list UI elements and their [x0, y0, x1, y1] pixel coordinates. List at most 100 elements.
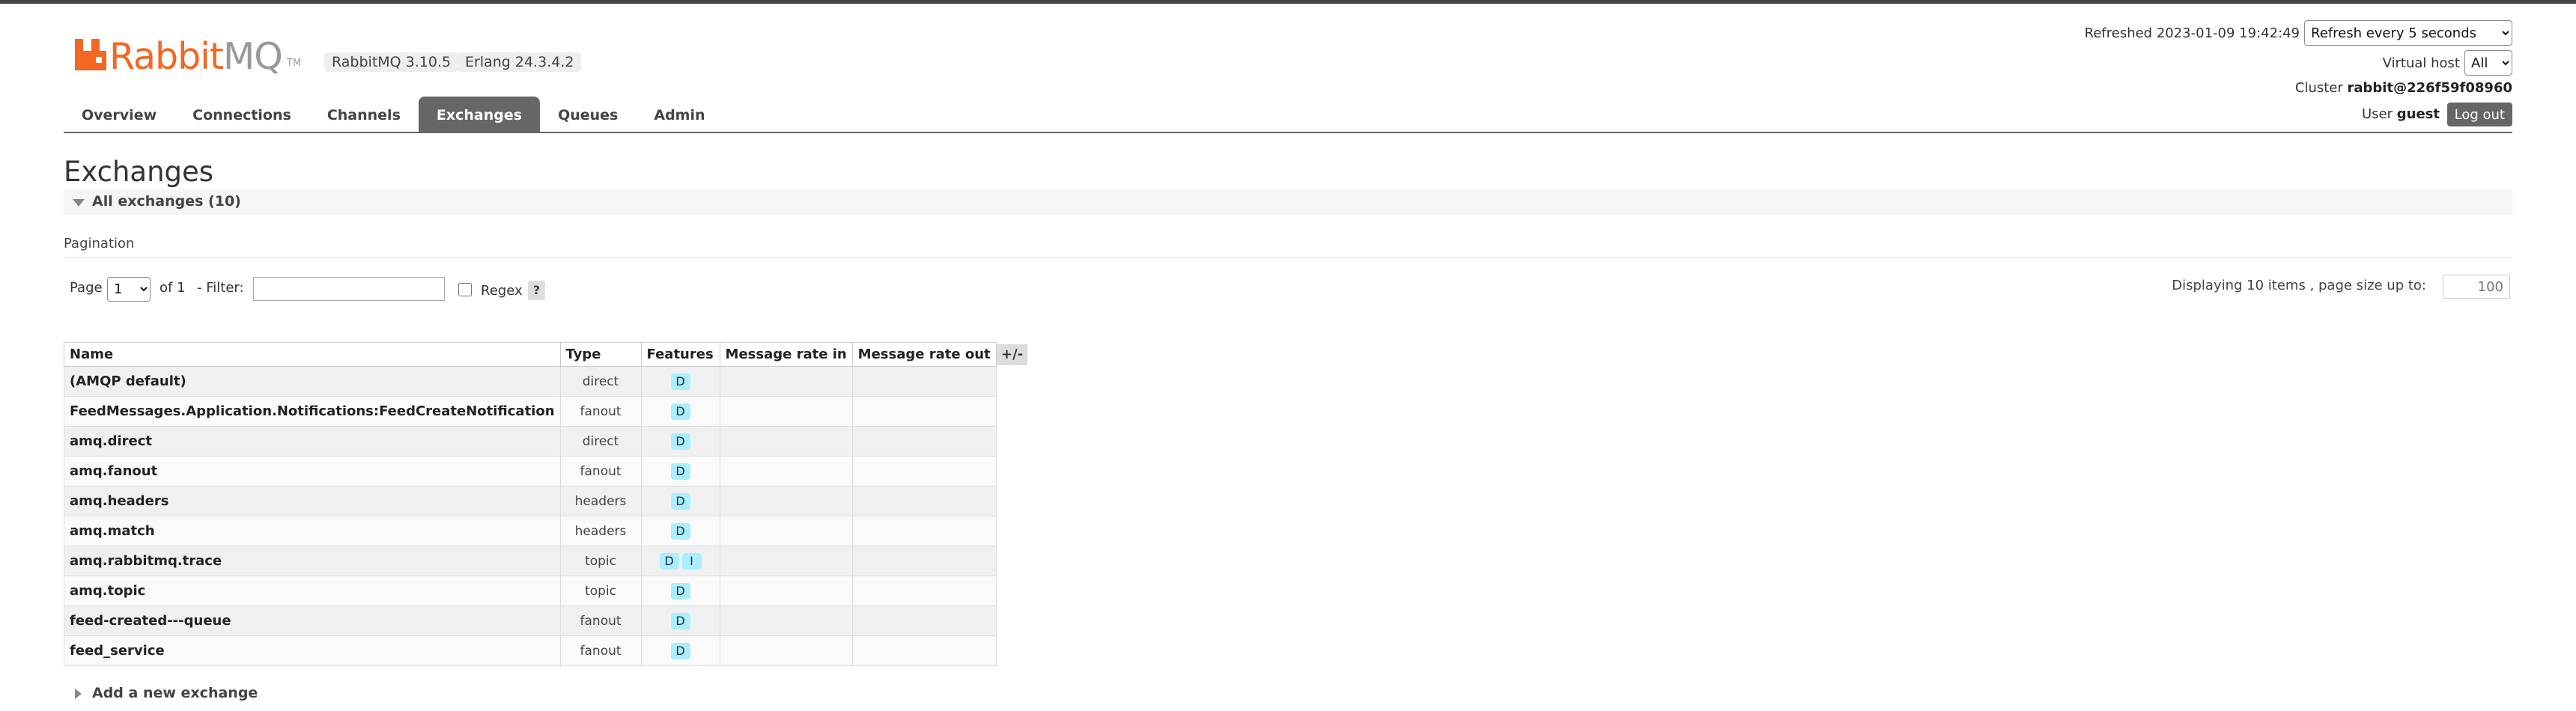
cluster-info: Cluster rabbit@226f59f08960	[2295, 80, 2512, 96]
expand-arrow-icon	[75, 688, 82, 699]
exchange-name-link[interactable]: (AMQP default)	[64, 366, 561, 397]
page-size-input[interactable]	[2443, 275, 2510, 299]
table-row: amq.match headers D	[64, 516, 997, 546]
exchanges-table-body: (AMQP default) direct D FeedMessages.Applic…	[64, 366, 997, 666]
message-rate-in	[719, 546, 853, 576]
add-exchange-section-toggle[interactable]: Add a new exchange	[75, 685, 258, 701]
refresh-row: Refreshed 2023-01-09 19:42:49 Refresh ev…	[2085, 20, 2512, 46]
tab-overview[interactable]: Overview	[64, 97, 174, 132]
exchange-type: fanout	[559, 605, 642, 636]
exchange-name-link[interactable]: amq.topic	[64, 576, 561, 606]
exchange-type: direct	[559, 426, 642, 457]
exchange-name-link[interactable]: feed-created---queue	[64, 605, 561, 636]
message-rate-in	[719, 396, 853, 427]
exchange-name-link[interactable]: feed_service	[64, 635, 561, 666]
internal-badge: I	[681, 552, 702, 570]
exchange-features: DI	[640, 546, 720, 576]
durable-badge: D	[670, 522, 690, 540]
message-rate-in	[719, 366, 853, 397]
durable-badge: D	[670, 373, 690, 390]
message-rate-out	[851, 426, 997, 457]
all-exchanges-section-toggle[interactable]: All exchanges (10)	[64, 189, 2512, 215]
message-rate-in	[719, 486, 853, 516]
message-rate-out	[851, 635, 997, 666]
message-rate-out	[851, 486, 997, 516]
exchange-name-link[interactable]: amq.rabbitmq.trace	[64, 546, 561, 576]
exchange-type: direct	[559, 366, 642, 397]
exchange-name-link[interactable]: amq.match	[64, 516, 561, 546]
message-rate-in	[719, 516, 853, 546]
virtual-host-label: Virtual host	[2382, 55, 2460, 71]
message-rate-in	[719, 426, 853, 457]
message-rate-out	[851, 396, 997, 427]
durable-badge: D	[670, 582, 690, 599]
column-header-name[interactable]: Name	[64, 342, 561, 367]
table-row: amq.topic topic D	[64, 576, 997, 606]
table-row: amq.direct direct D	[64, 426, 997, 457]
column-header-message-rate-out[interactable]: Message rate out	[851, 342, 997, 367]
table-row: (AMQP default) direct D	[64, 366, 997, 397]
exchange-type: headers	[559, 486, 642, 516]
table-row: amq.rabbitmq.trace topic D I	[64, 546, 997, 576]
erlang-version-badge: Erlang 24.3.4.2	[458, 52, 582, 72]
logout-button[interactable]: Log out	[2446, 103, 2512, 126]
durable-badge: D	[670, 612, 690, 629]
refresh-interval-select[interactable]: Refresh every 5 seconds	[2304, 20, 2512, 46]
regex-help-button[interactable]: ?	[528, 281, 545, 300]
tab-queues[interactable]: Queues	[540, 97, 636, 132]
message-rate-out	[851, 456, 997, 486]
exchange-features: D	[640, 486, 720, 516]
exchange-features: D	[640, 426, 720, 457]
table-row: amq.headers headers D	[64, 486, 997, 516]
durable-badge: D	[659, 552, 679, 570]
message-rate-in	[719, 576, 853, 606]
exchange-type: fanout	[559, 635, 642, 666]
exchange-features: D	[640, 396, 720, 427]
message-rate-out	[851, 576, 997, 606]
table-row: amq.fanout fanout D	[64, 456, 997, 486]
user-info: User guest	[2362, 106, 2440, 122]
exchange-name-link[interactable]: amq.direct	[64, 426, 561, 457]
exchange-name-link[interactable]: amq.headers	[64, 486, 561, 516]
virtual-host-select[interactable]: All	[2464, 50, 2512, 76]
filter-input[interactable]	[253, 277, 445, 301]
durable-badge: D	[670, 463, 690, 480]
message-rate-out	[851, 546, 997, 576]
display-info-text: Displaying 10 items , page size up to:	[2172, 278, 2426, 293]
cluster-label: Cluster	[2294, 80, 2343, 96]
main-nav-tabs: Overview Connections Channels Exchanges …	[64, 97, 723, 132]
page-title: Exchanges	[64, 156, 214, 188]
message-rate-out	[851, 366, 997, 397]
rabbitmq-logo[interactable]: RabbitMQ TM	[75, 30, 301, 75]
user-label: User	[2362, 106, 2393, 122]
exchange-type: topic	[559, 576, 642, 606]
column-header-message-rate-in[interactable]: Message rate in	[719, 342, 853, 367]
exchange-type: fanout	[559, 396, 642, 427]
tab-channels[interactable]: Channels	[309, 97, 419, 132]
durable-badge: D	[670, 492, 690, 510]
user-name: guest	[2396, 106, 2440, 122]
column-header-type[interactable]: Type	[559, 342, 642, 367]
exchange-features: D	[640, 456, 720, 486]
message-rate-in	[719, 605, 853, 636]
regex-checkbox[interactable]	[458, 283, 472, 296]
exchange-type: fanout	[559, 456, 642, 486]
tab-exchanges[interactable]: Exchanges	[418, 97, 541, 132]
exchange-name-link[interactable]: amq.fanout	[64, 456, 561, 486]
exchange-features: D	[640, 366, 720, 397]
pagination-heading: Pagination	[64, 236, 135, 251]
exchange-type: headers	[559, 516, 642, 546]
vhost-row: Virtual host All	[2383, 50, 2512, 76]
tab-connections[interactable]: Connections	[174, 97, 309, 132]
filter-label: - Filter:	[197, 280, 244, 296]
exchanges-table: Name Type Features Message rate in Messa…	[64, 342, 997, 666]
table-row: feed_service fanout D	[64, 635, 997, 666]
durable-badge: D	[670, 642, 690, 659]
page-select[interactable]: 1	[107, 277, 151, 302]
exchange-features: D	[640, 576, 720, 606]
column-toggle-button[interactable]: +/-	[997, 344, 1028, 365]
section-label: All exchanges (10)	[92, 193, 241, 210]
regex-label: Regex	[481, 283, 523, 299]
tab-admin[interactable]: Admin	[636, 97, 723, 132]
exchange-name-link[interactable]: FeedMessages.Application.Notifications:F…	[64, 396, 561, 427]
